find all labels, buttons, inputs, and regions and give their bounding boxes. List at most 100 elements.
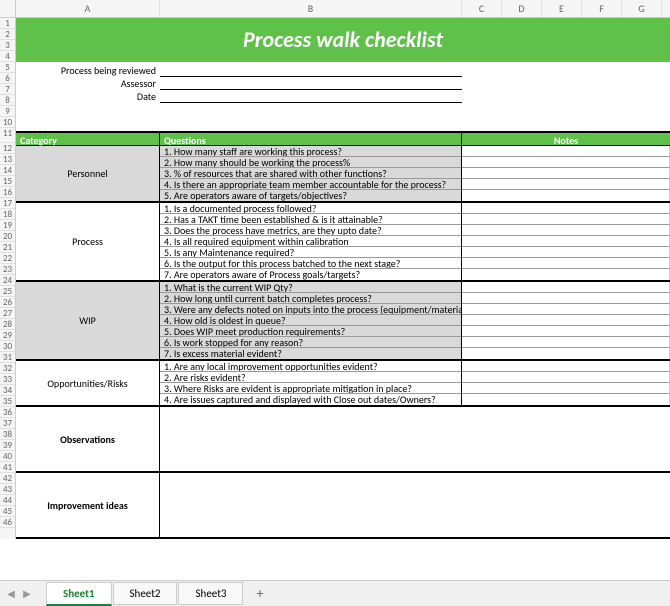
row-header-41[interactable]: 41 — [0, 462, 15, 473]
notes-cell[interactable] — [462, 269, 670, 280]
col-header-A[interactable]: A — [16, 0, 160, 17]
row-header-25[interactable]: 25 — [0, 286, 15, 297]
row-header-24[interactable]: 24 — [0, 275, 15, 286]
row-header-22[interactable]: 22 — [0, 253, 15, 264]
notes-cell[interactable] — [462, 361, 670, 372]
notes-cell[interactable] — [462, 146, 670, 157]
row-header-1[interactable]: 1 — [0, 18, 15, 29]
row-header-6[interactable]: 6 — [0, 73, 15, 84]
row-header-33[interactable]: 33 — [0, 374, 15, 385]
row-header-36[interactable]: 36 — [0, 407, 15, 418]
notes-cell[interactable] — [462, 293, 670, 304]
tab-add-button[interactable]: + — [244, 581, 275, 606]
col-header-C[interactable]: C — [462, 0, 502, 17]
row-header-16[interactable]: 16 — [0, 187, 15, 198]
question-cell[interactable]: 4. Is all required equipment within cali… — [160, 236, 461, 247]
observations-body[interactable] — [160, 407, 670, 471]
question-cell[interactable]: 4. How old is oldest in queue? — [160, 315, 461, 326]
question-cell[interactable]: 4. Is there an appropriate team member a… — [160, 179, 461, 190]
question-cell[interactable]: 2. Are risks evident? — [160, 372, 461, 383]
col-header-G[interactable]: G — [622, 0, 662, 17]
row-header-19[interactable]: 19 — [0, 220, 15, 231]
question-cell[interactable]: 2. How many should be working the proces… — [160, 157, 461, 168]
row-header-28[interactable]: 28 — [0, 319, 15, 330]
row-header-5[interactable]: 5 — [0, 62, 15, 73]
row-header-2[interactable]: 2 — [0, 29, 15, 40]
tab-sheet2[interactable]: Sheet2 — [113, 582, 178, 605]
question-cell[interactable]: 3. Were any defects noted on inputs into… — [160, 304, 461, 315]
question-cell[interactable]: 5. Are operators aware of targets/object… — [160, 190, 461, 201]
notes-cell[interactable] — [462, 179, 670, 190]
row-header-40[interactable]: 40 — [0, 451, 15, 462]
notes-cell[interactable] — [462, 190, 670, 201]
row-header-45[interactable]: 45 — [0, 506, 15, 517]
row-header-12[interactable]: 12 — [0, 143, 15, 154]
tab-nav-prev-icon[interactable]: ◀ — [4, 587, 18, 601]
input-date[interactable] — [160, 91, 462, 103]
notes-cell[interactable] — [462, 236, 670, 247]
row-header-21[interactable]: 21 — [0, 242, 15, 253]
question-cell[interactable]: 6. Is work stopped for any reason? — [160, 337, 461, 348]
question-cell[interactable]: 5. Does WIP meet production requirements… — [160, 326, 461, 337]
row-header-43[interactable]: 43 — [0, 484, 15, 495]
row-header-38[interactable]: 38 — [0, 429, 15, 440]
col-header-F[interactable]: F — [582, 0, 622, 17]
notes-cell[interactable] — [462, 203, 670, 214]
notes-cell[interactable] — [462, 394, 670, 405]
question-cell[interactable]: 3. % of resources that are shared with o… — [160, 168, 461, 179]
notes-cell[interactable] — [462, 326, 670, 337]
notes-cell[interactable] — [462, 337, 670, 348]
row-header-15[interactable]: 15 — [0, 176, 15, 187]
sheet-content[interactable]: Process walk checklist Process being rev… — [16, 18, 670, 539]
row-header-34[interactable]: 34 — [0, 385, 15, 396]
notes-cell[interactable] — [462, 383, 670, 394]
row-header-17[interactable]: 17 — [0, 198, 15, 209]
row-header-18[interactable]: 18 — [0, 209, 15, 220]
row-header-39[interactable]: 39 — [0, 440, 15, 451]
question-cell[interactable]: 7. Are operators aware of Process goals/… — [160, 269, 461, 280]
question-cell[interactable]: 6. Is the output for this process batche… — [160, 258, 461, 269]
question-cell[interactable]: 1. Is a documented process followed? — [160, 203, 461, 214]
row-header-30[interactable]: 30 — [0, 341, 15, 352]
col-header-E[interactable]: E — [542, 0, 582, 17]
notes-cell[interactable] — [462, 214, 670, 225]
row-header-3[interactable]: 3 — [0, 40, 15, 51]
notes-cell[interactable] — [462, 372, 670, 383]
question-cell[interactable]: 4. Are issues captured and displayed wit… — [160, 394, 461, 405]
row-header-11[interactable]: 11 — [0, 128, 15, 143]
question-cell[interactable]: 5. Is any Maintenance required? — [160, 247, 461, 258]
question-cell[interactable]: 7. Is excess material evident? — [160, 348, 461, 359]
input-process-reviewed[interactable] — [160, 65, 462, 77]
row-header-37[interactable]: 37 — [0, 418, 15, 429]
question-cell[interactable]: 1. How many staff are working this proce… — [160, 146, 461, 157]
row-header-9[interactable]: 9 — [0, 106, 15, 117]
tab-nav-next-icon[interactable]: ▶ — [20, 587, 34, 601]
row-header-27[interactable]: 27 — [0, 308, 15, 319]
row-header-44[interactable]: 44 — [0, 495, 15, 506]
question-cell[interactable]: 3. Where Risks are evident is appropriat… — [160, 383, 461, 394]
row-header-31[interactable]: 31 — [0, 352, 15, 363]
row-header-8[interactable]: 8 — [0, 95, 15, 106]
row-header-10[interactable]: 10 — [0, 117, 15, 128]
row-header-29[interactable]: 29 — [0, 330, 15, 341]
row-header-20[interactable]: 20 — [0, 231, 15, 242]
notes-cell[interactable] — [462, 247, 670, 258]
row-header-35[interactable]: 35 — [0, 396, 15, 407]
row-header-46[interactable]: 46 — [0, 517, 15, 528]
notes-cell[interactable] — [462, 315, 670, 326]
notes-cell[interactable] — [462, 225, 670, 236]
row-header-7[interactable]: 7 — [0, 84, 15, 95]
improvement-body[interactable] — [160, 473, 670, 537]
select-all-corner[interactable] — [0, 0, 16, 17]
col-header-B[interactable]: B — [160, 0, 462, 17]
row-header-42[interactable]: 42 — [0, 473, 15, 484]
question-cell[interactable]: 1. What is the current WIP Qty? — [160, 282, 461, 293]
row-header-13[interactable]: 13 — [0, 154, 15, 165]
question-cell[interactable]: 1. Are any local improvement opportuniti… — [160, 361, 461, 372]
row-header-14[interactable]: 14 — [0, 165, 15, 176]
col-header-D[interactable]: D — [502, 0, 542, 17]
question-cell[interactable]: 3. Does the process have metrics, are th… — [160, 225, 461, 236]
row-header-4[interactable]: 4 — [0, 51, 15, 62]
row-header-32[interactable]: 32 — [0, 363, 15, 374]
notes-cell[interactable] — [462, 258, 670, 269]
